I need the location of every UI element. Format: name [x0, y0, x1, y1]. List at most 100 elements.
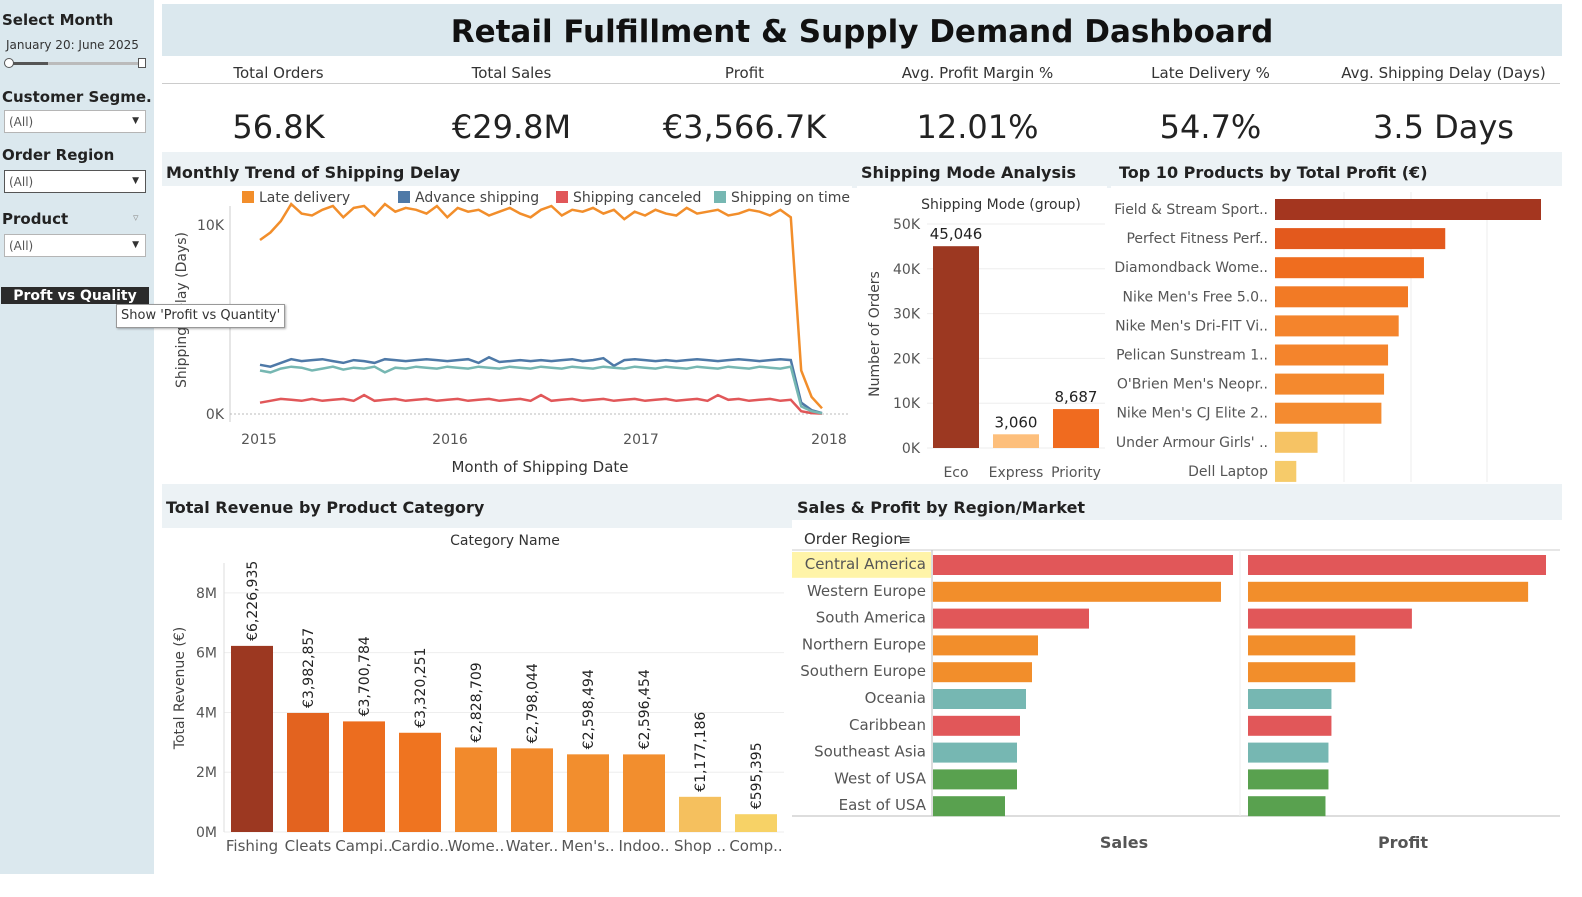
- region-label: Southern Europe: [800, 662, 926, 680]
- bar: [1275, 344, 1389, 366]
- customer-segment-select[interactable]: (All) ▼: [4, 110, 146, 133]
- kpi-value: 56.8K: [232, 108, 325, 146]
- select-month-label: Select Month: [2, 11, 114, 29]
- bar: [1275, 315, 1399, 337]
- data-label: €1,177,186: [693, 712, 709, 792]
- bar: [1248, 689, 1332, 709]
- category-label: Pelican Sunstream 1..: [1116, 348, 1268, 364]
- legend-swatch: [398, 191, 410, 203]
- bar: [623, 754, 665, 832]
- kpi-divider: [1094, 83, 1327, 84]
- y-tick-label: 4M: [196, 705, 217, 721]
- y-tick-label: 30K: [893, 307, 921, 323]
- order-region-select[interactable]: (All) ▼: [4, 170, 146, 193]
- y-tick-label: 0K: [902, 441, 921, 457]
- bar: [1275, 402, 1382, 424]
- data-label: 45,046: [930, 225, 983, 243]
- kpi-label: Avg. Profit Margin %: [901, 64, 1054, 82]
- data-label: €3,982,857: [301, 628, 317, 708]
- chart-header: Category Name: [450, 533, 560, 549]
- category-label: Under Armour Girls' ..: [1116, 435, 1268, 451]
- x-tick-label: 2018: [811, 432, 847, 448]
- kpi-avg-profit-margin: Avg. Profit Margin % 12.01%: [861, 62, 1094, 150]
- chevron-down-icon: ▼: [132, 116, 139, 126]
- region-label: Central America: [805, 555, 926, 573]
- data-label: €2,828,709: [469, 662, 485, 742]
- bar: [343, 721, 385, 832]
- x-tick-label: Comp..: [729, 837, 782, 855]
- order-region-label: Order Region: [2, 146, 115, 164]
- top10-panel-title: Top 10 Products by Total Profit (€): [1119, 163, 1428, 182]
- filter-sidebar: Select Month January 20: June 2025 Custo…: [0, 0, 154, 874]
- region-panel-title: Sales & Profit by Region/Market: [797, 498, 1086, 517]
- sort-icon: ≡: [900, 533, 911, 548]
- bar: [735, 814, 777, 832]
- data-label: €2,596,454: [637, 669, 653, 749]
- x-tick-label: 2016: [432, 432, 468, 448]
- region-label: Oceania: [865, 689, 926, 707]
- bar: [399, 732, 441, 832]
- bar: [287, 712, 329, 832]
- region-sales-profit-chart: Order Region≡ Central America Western Euro…: [792, 520, 1562, 874]
- kpi-divider: [395, 83, 628, 84]
- bar: [933, 662, 1032, 683]
- bar: [1248, 769, 1329, 790]
- kpi-label: Avg. Shipping Delay (Days): [1341, 64, 1546, 82]
- profit-vs-quality-button[interactable]: Proft vs Quality: [1, 287, 149, 304]
- kpi-value: 3.5 Days: [1373, 108, 1514, 146]
- bar: [933, 715, 1020, 736]
- kpi-total-sales: Total Sales €29.8M: [395, 62, 628, 150]
- legend-swatch: [556, 191, 568, 203]
- category-label: Dell Laptop: [1188, 464, 1268, 480]
- bar: [511, 748, 553, 832]
- bar: [231, 645, 273, 832]
- category-label: O'Brien Men's Neopr..: [1117, 377, 1268, 393]
- x-tick-label: Indoo..: [618, 837, 669, 855]
- bar: [1248, 796, 1326, 817]
- data-label: €3,700,784: [357, 636, 373, 716]
- kpi-label: Late Delivery %: [1151, 64, 1270, 82]
- kpi-value: €3,566.7K: [662, 108, 827, 146]
- product-select[interactable]: (All) ▼: [4, 234, 146, 257]
- y-tick-label: 10K: [893, 396, 921, 412]
- data-label: €2,598,494: [581, 669, 597, 749]
- category-label: Perfect Fitness Perf..: [1126, 231, 1268, 247]
- bar: [1275, 228, 1446, 250]
- y-tick-label: 20K: [893, 351, 921, 367]
- x-tick-label: 2015: [241, 432, 277, 448]
- x-tick-label: Wome..: [448, 837, 505, 855]
- kpi-total-orders: Total Orders 56.8K: [162, 62, 395, 150]
- region-label: East of USA: [839, 796, 927, 814]
- dashboard-header: Retail Fulfillment & Supply Demand Dashb…: [162, 4, 1562, 56]
- y-tick-label: 40K: [893, 262, 921, 278]
- bar: [933, 796, 1005, 817]
- y-tick-label: 6M: [196, 646, 217, 662]
- x-tick-label: Water..: [506, 837, 559, 855]
- x-tick-label: Eco: [943, 465, 968, 481]
- y-tick-label: 50K: [893, 217, 921, 233]
- bar: [1275, 286, 1408, 308]
- bar: [1275, 431, 1318, 453]
- bar: [1248, 608, 1412, 629]
- bar: [1275, 373, 1385, 395]
- kpi-divider: [162, 83, 395, 84]
- month-slider-fill: [8, 62, 48, 65]
- category-label: Diamondback Wome..: [1114, 260, 1268, 276]
- x-tick-label: Campi..: [335, 837, 393, 855]
- month-slider-start-handle[interactable]: [4, 58, 14, 68]
- bar: [933, 742, 1017, 763]
- kpi-avg-shipping-delay: Avg. Shipping Delay (Days) 3.5 Days: [1327, 62, 1560, 150]
- dashboard-title: Retail Fulfillment & Supply Demand Dashb…: [450, 14, 1274, 50]
- bar: [993, 434, 1039, 448]
- filter-icon[interactable]: ▿: [133, 211, 139, 224]
- data-label: €6,226,935: [245, 561, 261, 641]
- y-tick-label: 8M: [196, 586, 217, 602]
- kpi-label: Total Orders: [233, 64, 324, 82]
- month-slider-end-handle[interactable]: [138, 58, 146, 68]
- bar: [455, 747, 497, 832]
- axis-label-profit: Profit: [1378, 833, 1428, 852]
- order-region-value: (All): [9, 175, 34, 189]
- row-header: Order Region: [804, 530, 903, 548]
- shipping-delay-trend-chart: Late delivery Advance shipping Shipping ca…: [162, 186, 852, 484]
- x-axis-title: Month of Shipping Date: [451, 458, 628, 476]
